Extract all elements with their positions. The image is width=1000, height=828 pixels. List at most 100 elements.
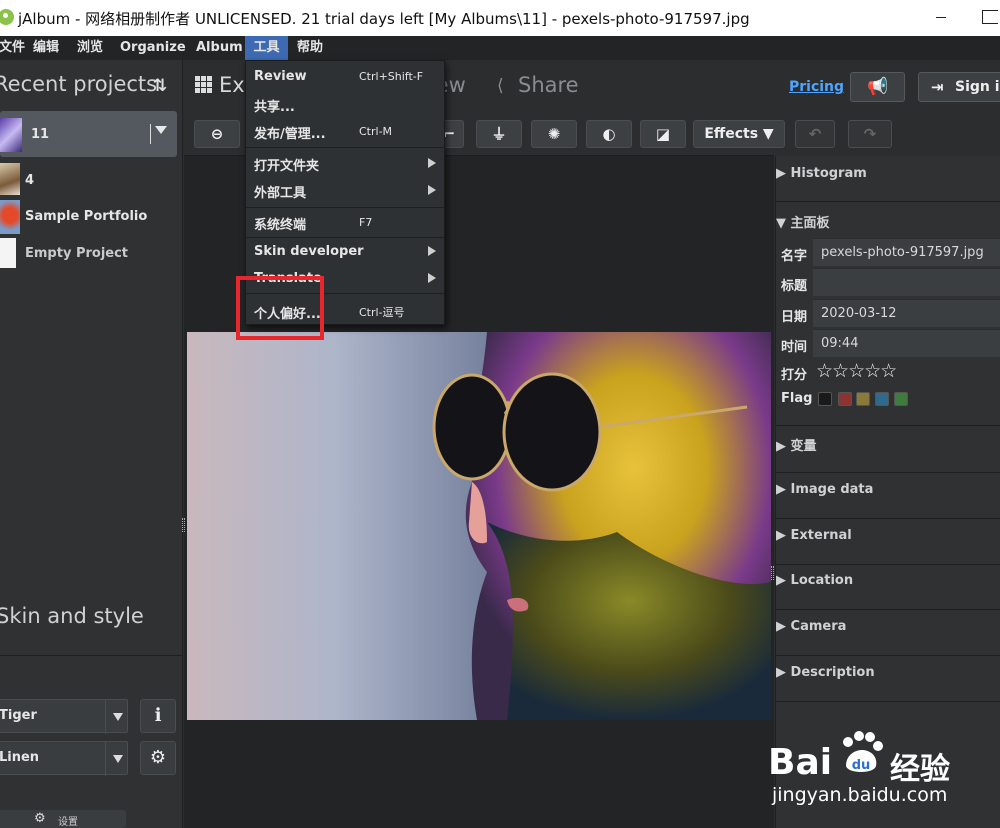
adjust-button[interactable]: ✺	[531, 120, 577, 148]
style-select-value: Linen	[0, 750, 40, 765]
flag-color-yellow[interactable]	[856, 392, 870, 406]
section-variables-label: 变量	[790, 439, 817, 454]
section-variables[interactable]: ▶ 变量	[776, 435, 1000, 454]
settings-button[interactable]: ⚙ 设置	[0, 810, 126, 828]
flag-label: Flag	[781, 391, 813, 406]
undo-icon: ↶	[808, 125, 822, 143]
project-name[interactable]: 11	[31, 127, 49, 142]
shortcut-terminal: F7	[359, 216, 373, 229]
minimize-icon[interactable]	[936, 17, 946, 18]
gear-icon: ⚙	[34, 811, 46, 826]
straighten-button[interactable]: ⏚	[476, 120, 522, 148]
section-image-data[interactable]: ▶ Image data	[776, 482, 1000, 497]
section-external[interactable]: ▶ External	[776, 528, 1000, 543]
sun-icon: ✺	[547, 125, 561, 143]
chevron-down-icon[interactable]	[155, 126, 167, 134]
chevron-down-icon[interactable]	[105, 742, 129, 776]
menu-album[interactable]: Album	[191, 36, 248, 60]
field-label-name: 名字	[781, 249, 808, 264]
project-thumbnail	[0, 118, 22, 152]
left-splitter-handle[interactable]	[182, 518, 185, 532]
undo-button[interactable]: ↶	[795, 120, 835, 148]
section-histogram[interactable]: ▶ Histogram	[776, 166, 1000, 181]
maximize-icon[interactable]	[982, 10, 998, 24]
chevron-down-icon[interactable]	[105, 700, 129, 734]
title-field[interactable]	[813, 268, 1000, 296]
section-divider	[776, 701, 1000, 702]
section-divider	[776, 609, 1000, 610]
field-label-date: 日期	[781, 310, 808, 325]
section-description-label: Description	[790, 665, 875, 680]
rating-stars[interactable]: ☆☆☆☆☆	[816, 360, 897, 382]
menu-browse[interactable]: 浏览	[72, 36, 108, 60]
menu-help[interactable]: 帮助	[292, 36, 328, 60]
project-name[interactable]: Sample Portfolio	[25, 209, 147, 224]
menu-item-share[interactable]: 共享...	[254, 96, 295, 115]
field-label-time: 时间	[781, 340, 808, 355]
project-name[interactable]: Empty Project	[25, 246, 128, 261]
menu-item-terminal[interactable]: 系统终端	[254, 214, 306, 233]
right-splitter-handle[interactable]	[771, 566, 774, 580]
section-main-panel-label: 主面板	[790, 216, 830, 231]
baidu-jingyan-watermark: Bai du 经验 jingyan.baidu.com	[766, 720, 1000, 810]
exposure-icon: ◪	[655, 125, 671, 143]
tab-explore[interactable]: Explore	[219, 73, 245, 97]
section-divider	[776, 518, 1000, 519]
project-name[interactable]: 4	[25, 173, 34, 188]
name-field[interactable]: pexels-photo-917597.jpg	[813, 238, 1000, 266]
field-label-title: 标题	[781, 279, 808, 294]
menu-edit[interactable]: 编辑	[28, 36, 64, 60]
photo-preview[interactable]	[187, 332, 771, 720]
flag-color-red[interactable]	[838, 392, 852, 406]
date-field[interactable]: 2020-03-12	[813, 299, 1000, 327]
section-camera[interactable]: ▶ Camera	[776, 619, 1000, 634]
submenu-arrow-icon	[428, 158, 436, 168]
sign-in-icon: ⇥	[931, 78, 944, 96]
announcements-button[interactable]: 📢	[850, 72, 905, 102]
rating-label: 打分	[781, 368, 808, 383]
section-main-panel[interactable]: ▼ 主面板	[776, 212, 1000, 231]
section-location[interactable]: ▶ Location	[776, 573, 1000, 588]
effects-button[interactable]: Effects ▼	[693, 120, 785, 148]
menu-tools[interactable]: 工具	[245, 36, 288, 60]
window-title: jAlbum - 网络相册制作者 UNLICENSED. 21 trial da…	[18, 10, 750, 28]
zoom-out-button[interactable]: ⊖	[194, 120, 240, 148]
menu-file[interactable]: 文件	[0, 36, 30, 60]
flag-color-blue[interactable]	[875, 392, 889, 406]
pricing-link[interactable]: Pricing	[789, 79, 844, 95]
section-divider	[776, 425, 1000, 426]
watermark-brand-left: Bai	[768, 742, 833, 783]
menu-item-publish[interactable]: 发布/管理...	[254, 123, 326, 142]
section-camera-label: Camera	[790, 619, 847, 634]
redo-button[interactable]: ↷	[848, 120, 892, 148]
menu-separator	[246, 147, 444, 148]
title-bar: jAlbum - 网络相册制作者 UNLICENSED. 21 trial da…	[0, 0, 1000, 36]
sort-icon[interactable]: ⇅	[153, 76, 167, 96]
style-select[interactable]: Linen	[0, 741, 129, 776]
panel-divider	[0, 655, 183, 656]
section-divider	[776, 655, 1000, 656]
shortcut-preferences: Ctrl-逗号	[359, 306, 405, 319]
shortcut-review: Ctrl+Shift-F	[359, 70, 424, 83]
menu-item-review[interactable]: Review	[254, 69, 307, 84]
contrast-button[interactable]: ◐	[586, 120, 632, 148]
menu-item-skin-developer[interactable]: Skin developer	[254, 244, 364, 259]
skin-info-button[interactable]: ℹ	[140, 699, 176, 733]
submenu-arrow-icon	[428, 185, 436, 195]
menu-item-open-folder[interactable]: 打开文件夹	[254, 155, 319, 174]
skin-settings-button[interactable]: ⚙	[140, 741, 176, 775]
time-field[interactable]: 09:44	[813, 329, 1000, 357]
tab-share[interactable]: Share	[518, 73, 579, 97]
menu-separator	[246, 237, 444, 238]
skin-select[interactable]: Tiger	[0, 699, 129, 734]
menu-item-external-tools[interactable]: 外部工具	[254, 182, 306, 201]
flag-color-green[interactable]	[894, 392, 908, 406]
menu-organize[interactable]: Organize	[115, 36, 191, 60]
exposure-button[interactable]: ◪	[640, 120, 686, 148]
section-divider	[776, 564, 1000, 565]
menu-bar: 文件 编辑 浏览 Organize Album 工具 帮助	[0, 36, 1000, 60]
skin-style-header: Skin and style	[0, 604, 144, 628]
section-description[interactable]: ▶ Description	[776, 665, 1000, 680]
flag-color-black[interactable]	[818, 392, 832, 406]
sign-in-button[interactable]: ⇥ Sign in	[918, 72, 1000, 102]
